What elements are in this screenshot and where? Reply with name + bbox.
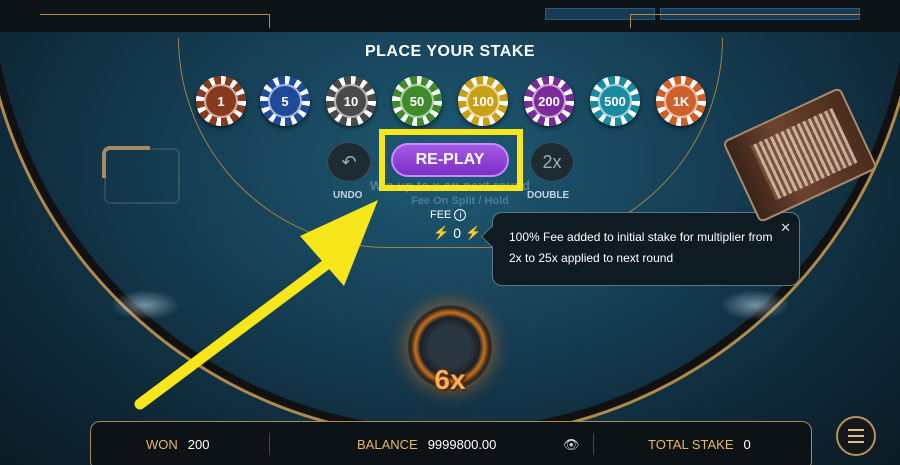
menu-icon [848,441,864,443]
chip-1k[interactable]: 1K [656,76,706,126]
fee-tooltip: 100% Fee added to initial stake for mult… [492,212,800,286]
chip-5[interactable]: 5 [260,76,310,126]
menu-icon [848,435,864,437]
balance-display: BALANCE 9999800.00 [357,437,496,452]
double-label: DOUBLE [527,190,570,201]
total-stake-label: TOTAL STAKE [648,437,734,452]
chip-200[interactable]: 200 [524,76,574,126]
total-stake-value: 0 [743,437,751,452]
chip-label: 1 [217,93,225,109]
double-button[interactable]: 2x [530,142,574,182]
won-value: 200 [187,437,210,452]
close-icon[interactable]: ✕ [780,217,791,238]
chip-label: 5 [281,93,289,109]
info-icon[interactable]: i [454,209,467,221]
chip-10[interactable]: 10 [326,76,376,126]
divider [593,433,594,455]
side-bet-box[interactable] [102,146,180,204]
eye-icon[interactable]: 👁 [563,437,580,453]
table-light-right [720,290,790,320]
chip-1[interactable]: 1 [196,76,246,126]
chip-label: 100 [472,93,494,109]
menu-icon [848,429,864,431]
balance-label: BALANCE [357,437,418,452]
chip-label: 200 [538,93,560,109]
won-display: WON 200 [146,437,209,452]
frame-ornament-left [40,14,270,28]
balance-value: 9999800.00 [427,437,497,452]
undo-label: UNDO [333,190,363,201]
table-light-left [110,290,180,320]
fee-value: ⚡ 0 ⚡ [433,225,481,241]
chip-label: 1K [672,93,690,109]
fee-label-text: FEE [430,209,452,221]
replay-button[interactable]: RE-PLAY [391,143,509,177]
menu-button[interactable] [836,416,876,456]
top-frame [0,0,900,32]
chip-label: 50 [409,93,425,109]
lightning-icon: ⚡ [464,225,482,240]
card-shoe [722,86,878,224]
fee-value-text: 0 [453,225,461,241]
chip-50[interactable]: 50 [392,76,442,126]
stake-title: PLACE YOUR STAKE [364,43,536,60]
chip-500[interactable]: 500 [590,76,640,126]
chip-100[interactable]: 100 [458,76,508,126]
multiplier-value: 6x [434,364,466,395]
fee-label: FEE i [430,209,467,221]
tooltip-text: 100% Fee added to initial stake for mult… [509,230,773,265]
undo-button[interactable]: ↶ [327,142,371,182]
frame-ornament-right [630,14,860,28]
lightning-icon: ⚡ [433,225,450,240]
divider [269,433,270,455]
game-table: PLACE YOUR STAKE 1 5 10 50 100 200 500 1… [0,0,900,465]
chip-label: 500 [604,93,626,109]
undo-icon: ↶ [341,151,357,172]
total-stake-display: TOTAL STAKE 0 [648,437,751,452]
chip-label: 10 [343,93,359,109]
won-label: WON [146,437,178,452]
double-icon: 2x [542,151,562,172]
